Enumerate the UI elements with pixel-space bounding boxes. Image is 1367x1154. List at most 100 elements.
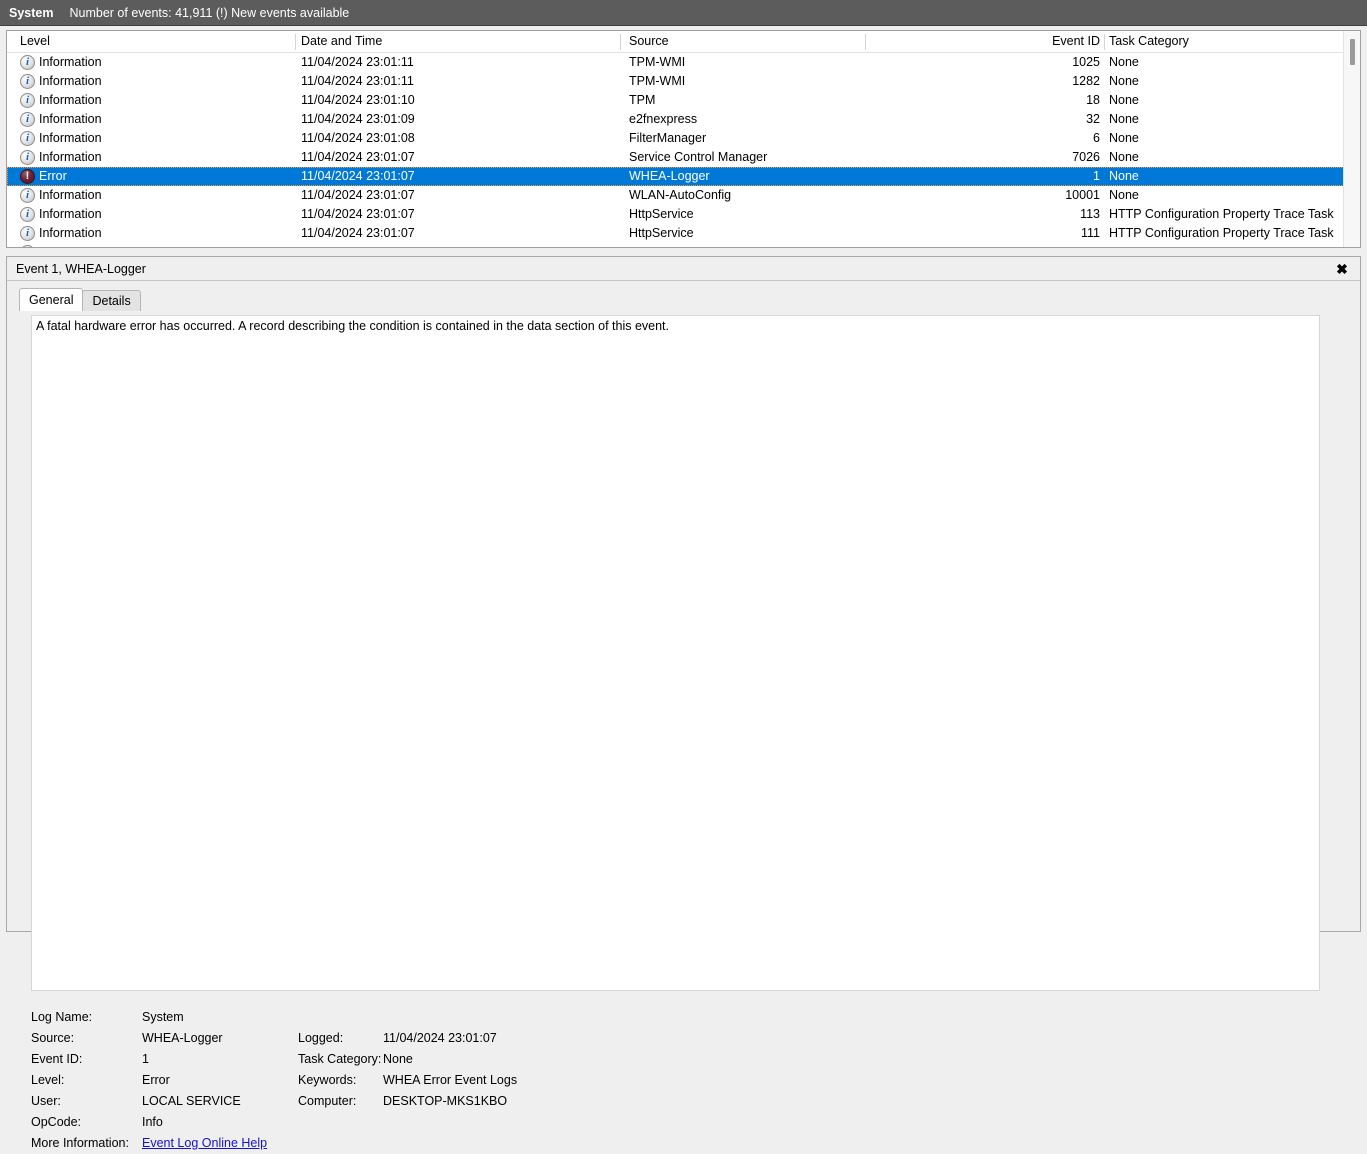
cell-source: TPM-WMI — [629, 55, 686, 69]
close-icon[interactable]: ✖ — [1332, 259, 1352, 279]
cell-task-category: None — [1109, 74, 1139, 88]
column-header-level[interactable]: Level — [20, 31, 290, 52]
table-row[interactable]: Information 11/04/2024 23:01:08 FilterMana… — [7, 129, 1360, 148]
metadata-row-source-logged: Source: WHEA-Logger Logged: 11/04/2024 2… — [31, 1028, 1321, 1049]
column-header-event-id[interactable]: Event ID — [907, 31, 1100, 52]
information-icon — [20, 93, 35, 108]
event-id-value: 1 — [142, 1052, 149, 1066]
opcode-key: OpCode: — [31, 1115, 82, 1129]
source-key: Source: — [31, 1031, 75, 1045]
log-status-bar: System Number of events: 41,911 (!) New … — [0, 0, 1367, 26]
tab-general[interactable]: General — [19, 288, 84, 311]
cell-level: Information — [39, 207, 102, 221]
event-detail-tabs[interactable]: General Details — [19, 288, 1360, 311]
column-divider-4[interactable] — [1104, 34, 1105, 50]
column-divider-1[interactable] — [295, 34, 296, 50]
cell-level: Information — [39, 150, 102, 164]
log-name-label: System — [9, 5, 54, 20]
cell-level: Information — [39, 55, 102, 69]
event-description-text: A fatal hardware error has occurred. A r… — [36, 319, 670, 333]
cell-event-id: 10001 — [1065, 188, 1100, 202]
cell-date-and-time: 11/04/2024 23:01:07 — [301, 188, 415, 202]
table-row[interactable]: Information 11/04/2024 23:01:11 TPM-WMI 128… — [7, 72, 1360, 91]
information-icon — [20, 245, 35, 247]
cell-event-id: 32 — [1086, 112, 1100, 126]
task-category-key: Task Category: — [298, 1052, 382, 1066]
column-header-source[interactable]: Source — [629, 31, 859, 52]
table-row-partial[interactable] — [7, 243, 1360, 247]
cell-task-category: None — [1109, 93, 1139, 107]
computer-value: DESKTOP-MKS1KBO — [383, 1094, 508, 1108]
information-icon — [20, 55, 35, 70]
events-list-scrollbar-thumb[interactable] — [1350, 39, 1355, 65]
cell-event-id: 7026 — [1072, 150, 1100, 164]
cell-task-category: None — [1109, 112, 1139, 126]
cell-task-category: None — [1109, 188, 1139, 202]
cell-level: Error — [39, 169, 67, 183]
metadata-row-level-keywords: Level: Error Keywords: WHEA Error Event … — [31, 1070, 1321, 1091]
table-row[interactable]: Information 11/04/2024 23:01:09 e2fnexpres… — [7, 110, 1360, 129]
cell-event-id: 18 — [1086, 93, 1100, 107]
cell-event-id: 1025 — [1072, 55, 1100, 69]
computer-key: Computer: — [298, 1094, 357, 1108]
information-icon — [20, 112, 35, 127]
cell-source: FilterManager — [629, 131, 707, 145]
event-log-online-help-link[interactable]: Event Log Online Help — [142, 1133, 267, 1154]
cell-date-and-time: 11/04/2024 23:01:07 — [301, 226, 415, 240]
keywords-key: Keywords: — [298, 1073, 357, 1087]
cell-date-and-time: 11/04/2024 23:01:07 — [301, 150, 415, 164]
cell-date-and-time: 11/04/2024 23:01:11 — [301, 74, 414, 88]
table-row[interactable]: Information 11/04/2024 23:01:11 TPM-WMI 102… — [7, 53, 1360, 72]
cell-source: WHEA-Logger — [629, 169, 710, 183]
logged-key: Logged: — [298, 1031, 344, 1045]
cell-level: Information — [39, 131, 102, 145]
user-value: LOCAL SERVICE — [142, 1094, 241, 1108]
event-description-inner: A fatal hardware error has occurred. A r… — [32, 316, 1319, 992]
events-grid-body[interactable]: Information 11/04/2024 23:01:11 TPM-WMI 102… — [7, 53, 1360, 247]
cell-date-and-time: 11/04/2024 23:01:07 — [301, 169, 415, 183]
event-metadata-grid: Log Name: System Source: WHEA-Logger Log… — [31, 1007, 1321, 1154]
cell-event-id: 113 — [1080, 207, 1100, 221]
events-list-scrollbar[interactable] — [1343, 31, 1360, 247]
cell-level: Information — [39, 93, 102, 107]
table-row[interactable]: Information 11/04/2024 23:01:07 HttpServic… — [7, 224, 1360, 243]
table-row[interactable]: Information 11/04/2024 23:01:07 Service Co… — [7, 148, 1360, 167]
task-category-value: None — [383, 1052, 413, 1066]
cell-source: WLAN-AutoConfig — [629, 188, 732, 202]
event-detail-pane: Event 1, WHEA-Logger ✖ General Details A … — [6, 256, 1361, 1150]
metadata-row-log-name: Log Name: System — [31, 1007, 1321, 1028]
cell-source: HttpService — [629, 226, 694, 240]
column-divider-2[interactable] — [620, 34, 621, 50]
table-row[interactable]: Error 11/04/2024 23:01:07 WHEA-Logger 1 None — [7, 167, 1360, 186]
cell-source: Service Control Manager — [629, 150, 768, 164]
tab-details[interactable]: Details — [82, 290, 141, 311]
log-name-value: System — [142, 1010, 184, 1024]
cell-event-id: 6 — [1093, 131, 1100, 145]
information-icon — [20, 131, 35, 146]
cell-level: Information — [39, 74, 102, 88]
information-icon — [20, 188, 35, 203]
user-key: User: — [31, 1094, 61, 1108]
metadata-row-opcode: OpCode: Info — [31, 1112, 1321, 1133]
column-header-task-category[interactable]: Task Category — [1109, 31, 1344, 52]
column-divider-3[interactable] — [865, 34, 866, 50]
error-icon — [20, 169, 35, 184]
metadata-row-event-id-task-category: Event ID: 1 Task Category: None — [31, 1049, 1321, 1070]
keywords-value: WHEA Error Event Logs — [383, 1073, 518, 1087]
cell-level: Information — [39, 188, 102, 202]
table-row[interactable]: Information 11/04/2024 23:01:07 WLAN-AutoC… — [7, 186, 1360, 205]
log-name-key: Log Name: — [31, 1010, 93, 1024]
cell-task-category: HTTP Configuration Property Trace Task — [1109, 226, 1334, 240]
cell-source: TPM-WMI — [629, 74, 686, 88]
level-key: Level: — [31, 1073, 65, 1087]
event-id-key: Event ID: — [31, 1052, 83, 1066]
cell-event-id: 111 — [1080, 226, 1100, 240]
level-value: Error — [142, 1073, 170, 1087]
column-header-date-and-time[interactable]: Date and Time — [301, 31, 616, 52]
event-detail-title: Event 1, WHEA-Logger — [16, 262, 146, 276]
table-row[interactable]: Information 11/04/2024 23:01:10 TPM 18 None — [7, 91, 1360, 110]
table-row[interactable]: Information 11/04/2024 23:01:07 HttpServic… — [7, 205, 1360, 224]
events-list-panel[interactable]: Level Date and Time Source Event ID Task… — [6, 30, 1361, 248]
cell-date-and-time: 11/04/2024 23:01:08 — [301, 131, 415, 145]
logged-value: 11/04/2024 23:01:07 — [383, 1031, 497, 1045]
